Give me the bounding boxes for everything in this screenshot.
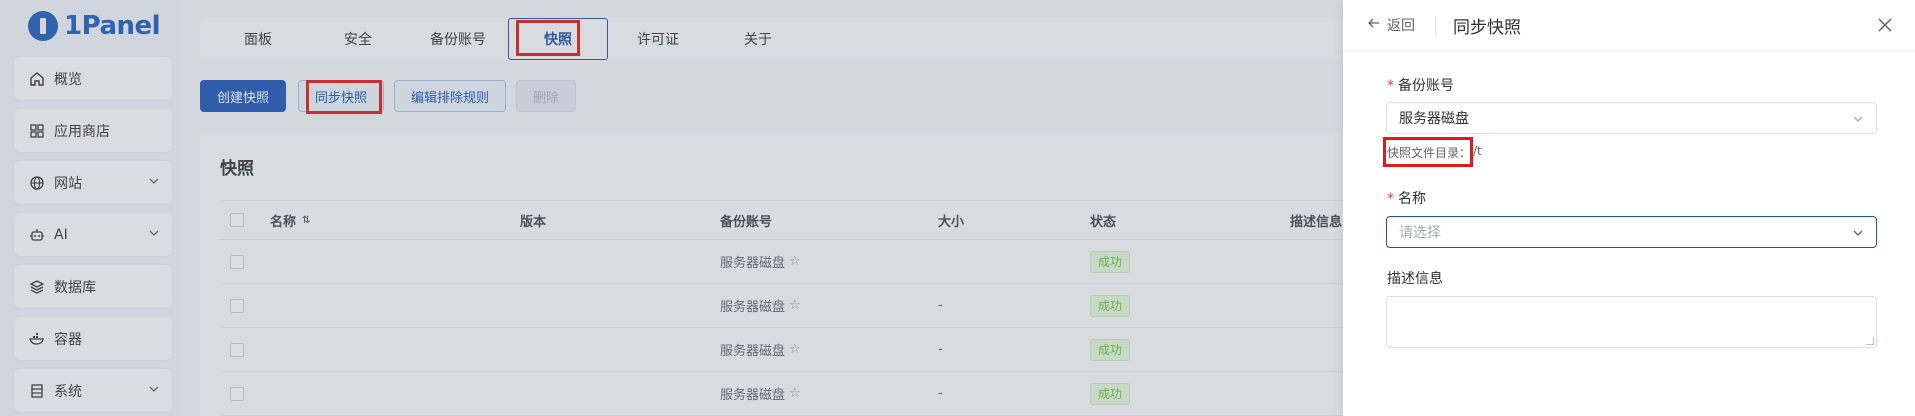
snapshot-dir-hint: 快照文件目录： /t bbox=[1387, 144, 1482, 161]
modal-overlay[interactable] bbox=[0, 0, 1343, 416]
resize-handle[interactable] bbox=[1866, 337, 1874, 345]
backup-account-label: * 备份账号 bbox=[1387, 78, 1454, 94]
back-button[interactable]: 返回 bbox=[1367, 15, 1415, 35]
backup-account-select[interactable]: 服务器磁盘 bbox=[1386, 102, 1877, 134]
back-label: 返回 bbox=[1387, 18, 1415, 34]
name-placeholder: 请选择 bbox=[1399, 225, 1441, 241]
description-label: 描述信息 bbox=[1387, 271, 1443, 287]
description-textarea[interactable] bbox=[1386, 296, 1877, 348]
chevron-down-icon bbox=[1852, 227, 1864, 243]
arrow-left-icon bbox=[1367, 16, 1381, 34]
name-label: * 名称 bbox=[1387, 191, 1426, 207]
snapshot-dir-value: /t bbox=[1473, 144, 1482, 158]
snapshot-dir-label: 快照文件目录： bbox=[1387, 146, 1472, 160]
drawer-header: 返回 同步快照 bbox=[1343, 0, 1915, 52]
backup-account-value: 服务器磁盘 bbox=[1399, 111, 1469, 127]
name-select[interactable]: 请选择 bbox=[1386, 216, 1877, 248]
sync-snapshot-drawer: 返回 同步快照 * 备份账号 服务器磁盘 快照文件目录： /t * 名称 请选择 描… bbox=[1343, 0, 1915, 416]
required-mark: * bbox=[1387, 191, 1394, 207]
header-divider bbox=[1435, 17, 1436, 35]
drawer-title: 同步快照 bbox=[1453, 18, 1521, 38]
chevron-down-icon bbox=[1852, 113, 1864, 129]
close-icon[interactable] bbox=[1875, 15, 1895, 35]
required-mark: * bbox=[1387, 78, 1394, 94]
